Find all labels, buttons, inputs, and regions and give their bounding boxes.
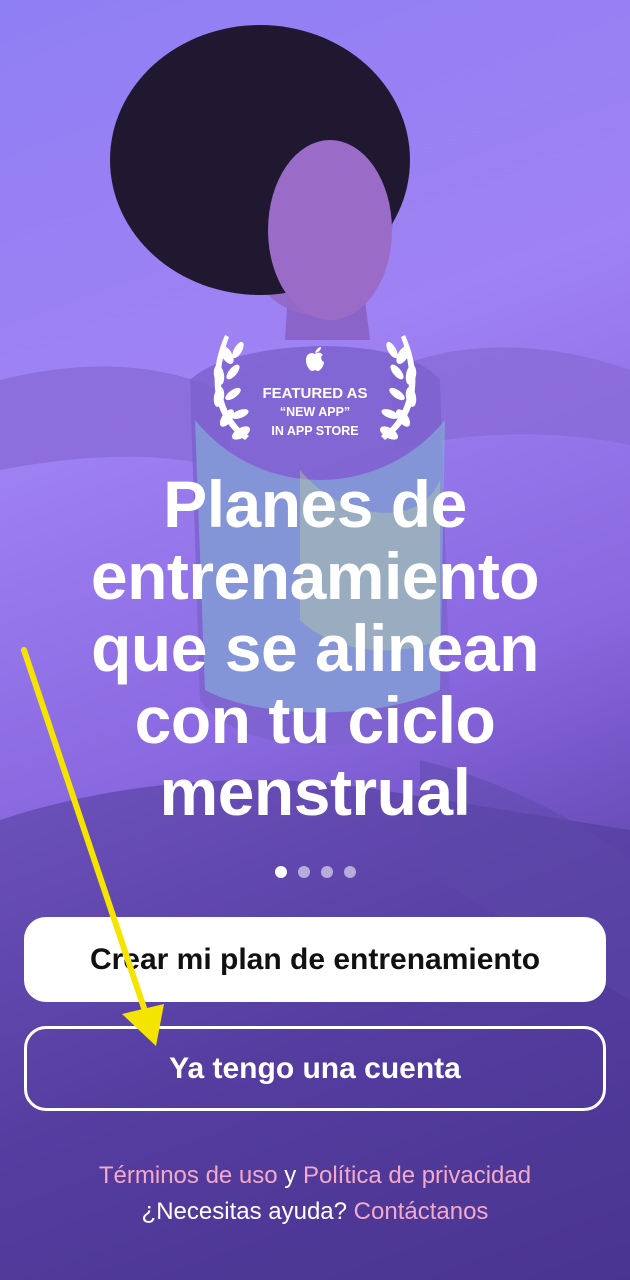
page-indicator: [0, 866, 630, 878]
page-dot-2[interactable]: [297, 866, 310, 878]
headline-line-1: Planes de: [163, 467, 467, 541]
existing-account-button[interactable]: Ya tengo una cuenta: [24, 1026, 606, 1111]
page-dot-1[interactable]: [274, 866, 287, 878]
headline-line-5: menstrual: [159, 755, 471, 829]
legal-footer: Términos de uso y Política de privacidad…: [0, 1158, 630, 1230]
onboarding-screen: FEATURED AS “NEW APP” IN APP STORE Plane…: [0, 0, 630, 1280]
privacy-link[interactable]: Política de privacidad: [303, 1162, 531, 1189]
legal-line-1: Términos de uso y Política de privacidad: [0, 1158, 630, 1194]
headline-line-4: con tu ciclo: [134, 683, 496, 757]
create-plan-button[interactable]: Crear mi plan de entrenamiento: [24, 917, 606, 1002]
headline-line-3: que se alinean: [91, 611, 539, 685]
headline: Planes de entrenamiento que se alinean c…: [20, 468, 610, 828]
featured-line-2: “NEW APP”: [279, 405, 351, 419]
legal-line-2: ¿Necesitas ayuda? Contáctanos: [0, 1194, 630, 1230]
contact-link[interactable]: Contáctanos: [354, 1198, 489, 1225]
headline-line-2: entrenamiento: [90, 539, 540, 613]
and-word: y: [284, 1162, 297, 1189]
page-dot-3[interactable]: [320, 866, 333, 878]
apple-logo-icon: [306, 347, 324, 371]
help-text: ¿Necesitas ayuda?: [141, 1198, 347, 1225]
terms-link[interactable]: Términos de uso: [99, 1162, 278, 1189]
page-dot-4[interactable]: [343, 866, 356, 878]
featured-badge: FEATURED AS “NEW APP” IN APP STORE: [225, 384, 405, 441]
featured-line-3: IN APP STORE: [271, 424, 359, 438]
featured-line-1: FEATURED AS: [262, 385, 368, 402]
